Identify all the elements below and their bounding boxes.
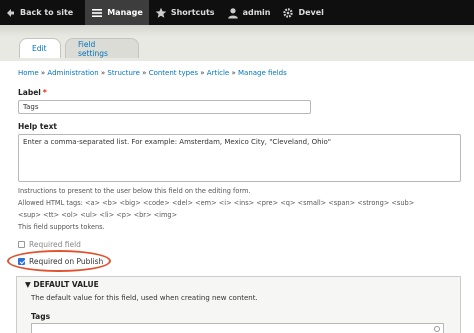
user-button[interactable]: admin (221, 0, 277, 25)
menu-icon (91, 7, 103, 19)
breadcrumb-article[interactable]: Article (207, 69, 229, 77)
devel-label: Devel (298, 8, 324, 17)
shortcuts-button[interactable]: Shortcuts (149, 0, 221, 25)
breadcrumb-manage-fields[interactable]: Manage fields (238, 69, 287, 77)
header-shadow (0, 25, 474, 37)
tab-edit[interactable]: Edit (19, 38, 61, 58)
label-input[interactable]: Tags (18, 100, 311, 114)
back-arrow-icon (4, 7, 16, 19)
user-label: admin (242, 8, 271, 17)
admin-toolbar: Back to site Manage Shortcuts admin Deve… (0, 0, 474, 25)
default-tags-input[interactable] (31, 323, 444, 333)
devel-button[interactable]: Devel (276, 0, 329, 25)
manage-button[interactable]: Manage (85, 0, 149, 25)
help-text-title: Help text (18, 122, 58, 131)
breadcrumb-content-types[interactable]: Content types (149, 69, 198, 77)
default-value-fieldset: ▼ DEFAULT VALUE The default value for th… (16, 276, 461, 333)
label-field-title: Label * (18, 88, 47, 97)
default-value-toggle[interactable]: ▼ DEFAULT VALUE (25, 280, 99, 289)
default-value-description: The default value for this field, used w… (31, 294, 258, 302)
label-title-text: Label (18, 88, 41, 97)
breadcrumb: Home » Administration » Structure » Cont… (18, 69, 287, 77)
highlight-circle (7, 250, 111, 272)
required-field-box[interactable] (18, 241, 25, 248)
help-description: Instructions to present to the user belo… (18, 187, 251, 195)
required-field-checkbox[interactable]: Required field (18, 240, 81, 249)
label-input-value: Tags (23, 103, 39, 111)
help-text-textarea[interactable]: Enter a comma-separated list. For exampl… (18, 134, 461, 182)
breadcrumb-administration[interactable]: Administration (47, 69, 98, 77)
tab-edit-label: Edit (32, 44, 47, 53)
breadcrumb-structure[interactable]: Structure (107, 69, 140, 77)
back-to-site-label: Back to site (20, 8, 74, 17)
allowed-tags-line-1: Allowed HTML tags: <a> <b> <big> <code> … (18, 199, 415, 207)
default-tags-label: Tags (31, 312, 51, 321)
back-to-site-button[interactable]: Back to site (0, 0, 79, 25)
allowed-tags-line-2: <sup> <tt> <ol> <ul> <li> <p> <br> <img> (18, 211, 178, 219)
star-icon (155, 7, 167, 19)
user-icon (227, 7, 239, 19)
tab-field-settings-label: Field settings (78, 39, 108, 58)
gear-icon (282, 7, 294, 19)
required-mark: * (42, 88, 47, 97)
breadcrumb-home[interactable]: Home (18, 69, 39, 77)
autocomplete-icon (434, 326, 440, 332)
tab-field-settings[interactable]: Field settings (65, 38, 139, 58)
help-text-value: Enter a comma-separated list. For exampl… (23, 138, 331, 146)
required-field-label: Required field (29, 240, 81, 249)
manage-label: Manage (107, 8, 143, 17)
shortcuts-label: Shortcuts (170, 8, 215, 17)
tokens-note: This field supports tokens. (18, 223, 105, 231)
